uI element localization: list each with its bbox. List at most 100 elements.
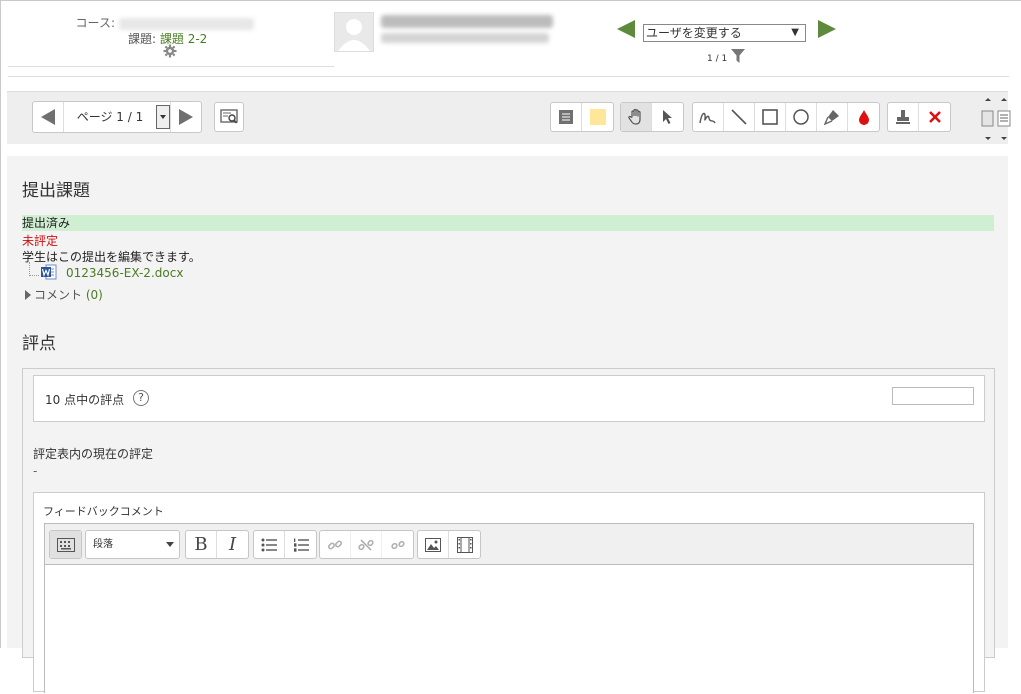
help-icon[interactable]: ? (133, 390, 149, 406)
user-email-blurred (381, 33, 549, 43)
autolink-button[interactable] (382, 531, 413, 558)
stamp-tool-button[interactable] (888, 103, 919, 131)
previous-user-arrow-icon[interactable] (617, 20, 635, 38)
change-user-select-label: ユーザを変更する (646, 26, 742, 40)
word-document-icon (41, 264, 57, 280)
assignment-label: 課題: (128, 32, 157, 46)
submitted-file-link[interactable]: 0123456-EX-2.docx (66, 266, 183, 280)
ordered-list-button[interactable] (285, 531, 316, 558)
user-name-blurred[interactable] (381, 15, 553, 28)
hand-icon (628, 108, 641, 125)
toolbar-toggle-button[interactable] (50, 531, 81, 558)
editor-toolbar: 段落 B I (45, 524, 973, 565)
submission-heading: 提出課題 (22, 181, 90, 201)
toolbar-toggle-group (49, 530, 82, 559)
change-user-select[interactable]: ユーザを変更する ▼ (643, 24, 806, 42)
highlighter-tool-button[interactable] (817, 103, 848, 131)
bullet-list-icon (261, 538, 277, 551)
comments-label: コメント (34, 288, 83, 302)
grade-field-box: 10 点中の評点 ? (33, 375, 985, 422)
close-icon (928, 111, 941, 123)
chevron-down-icon (166, 542, 174, 547)
comment-tool-button[interactable] (551, 103, 582, 131)
comments-toggle[interactable]: コメント (0) (25, 286, 103, 303)
navigation-tools-group (620, 102, 684, 132)
film-icon (456, 536, 473, 553)
arrow-right-icon (179, 109, 193, 125)
toolbar-scroller[interactable] (981, 95, 1011, 143)
next-page-button[interactable] (170, 102, 201, 132)
list-group (253, 530, 317, 559)
course-label: コース: (75, 16, 115, 30)
cursor-arrow-icon (662, 110, 672, 124)
pen-tool-button[interactable] (693, 103, 724, 131)
rectangle-tool-button[interactable] (755, 103, 786, 131)
media-group (417, 530, 481, 559)
course-info: コース: 課題: 課題 2-2 (8, 10, 334, 67)
highlighter-icon (824, 110, 839, 125)
numbered-list-icon (293, 538, 309, 552)
unlink-icon (358, 538, 374, 551)
delete-annotation-button[interactable] (919, 103, 950, 131)
user-count: 1 / 1 (707, 54, 728, 64)
edit-note: 学生はこの提出を編集できます。 (22, 250, 201, 264)
circle-icon (793, 109, 809, 125)
paragraph-format-select[interactable]: 段落 (85, 530, 180, 559)
grade-input[interactable] (892, 387, 974, 405)
ink-drop-icon (858, 110, 869, 125)
image-icon (425, 537, 441, 552)
freehand-icon (699, 112, 716, 124)
grade-field-label: 10 点中の評点 (45, 393, 125, 407)
grading-status: 未評定 (22, 234, 59, 248)
link-group (319, 530, 414, 559)
user-info (334, 12, 584, 54)
search-comments-button[interactable] (214, 102, 244, 132)
comment-icon (559, 110, 573, 124)
submission-status: 提出済み (22, 215, 994, 231)
insert-image-button[interactable] (418, 531, 449, 558)
comment-tools-group (550, 102, 614, 132)
comments-count: (0) (85, 288, 103, 302)
rich-text-editor: 段落 B I (44, 523, 974, 694)
filter-icon[interactable] (731, 49, 745, 63)
next-user-arrow-icon[interactable] (818, 20, 836, 38)
page-select-dropdown[interactable] (156, 105, 170, 129)
course-name-blurred (119, 17, 254, 30)
drawing-tools-group (692, 102, 880, 132)
keyboard-icon (56, 537, 75, 552)
previous-page-button[interactable] (33, 102, 64, 132)
sticky-note-color-button[interactable] (582, 103, 613, 131)
dropdown-arrow-icon: ▼ (791, 27, 799, 38)
insert-media-button[interactable] (449, 531, 480, 558)
select-tool-button[interactable] (652, 103, 683, 131)
unlink-button[interactable] (351, 531, 382, 558)
feedback-comments-box: フィードバックコメント 段落 B I (33, 492, 985, 694)
course-row: コース: (76, 14, 254, 31)
link-button[interactable] (320, 531, 351, 558)
grading-panel: 提出課題 提出済み 未評定 学生はこの提出を編集できます。 0123456-EX… (7, 156, 1008, 694)
expand-triangle-icon (25, 290, 31, 300)
avatar[interactable] (334, 12, 374, 52)
oval-tool-button[interactable] (786, 103, 817, 131)
unordered-list-button[interactable] (254, 531, 285, 558)
annotation-toolbar: ページ 1 / 1 (7, 91, 1011, 144)
link-broken-icon (390, 540, 405, 549)
bold-button[interactable]: B (186, 531, 217, 558)
line-icon (731, 109, 747, 125)
color-picker-button[interactable] (848, 103, 879, 131)
line-tool-button[interactable] (724, 103, 755, 131)
gear-icon[interactable] (163, 44, 177, 58)
feedback-editor-area[interactable] (45, 565, 973, 694)
current-grade-value: - (33, 464, 38, 478)
user-navigation: ユーザを変更する ▼ 1 / 1 (617, 17, 847, 77)
user-silhouette-icon (338, 19, 370, 51)
italic-button[interactable]: I (217, 531, 248, 558)
link-icon (327, 539, 343, 550)
header-divider (8, 76, 1009, 77)
chevron-down-icon (160, 115, 166, 119)
feedback-comments-label: フィードバックコメント (43, 505, 164, 518)
pan-tool-button[interactable] (621, 103, 652, 131)
grade-form: 10 点中の評点 ? 評定表内の現在の評定 - フィードバックコメント 段落 B… (22, 368, 995, 694)
search-comment-icon (220, 109, 238, 124)
current-grade-label: 評定表内の現在の評定 (33, 447, 154, 461)
